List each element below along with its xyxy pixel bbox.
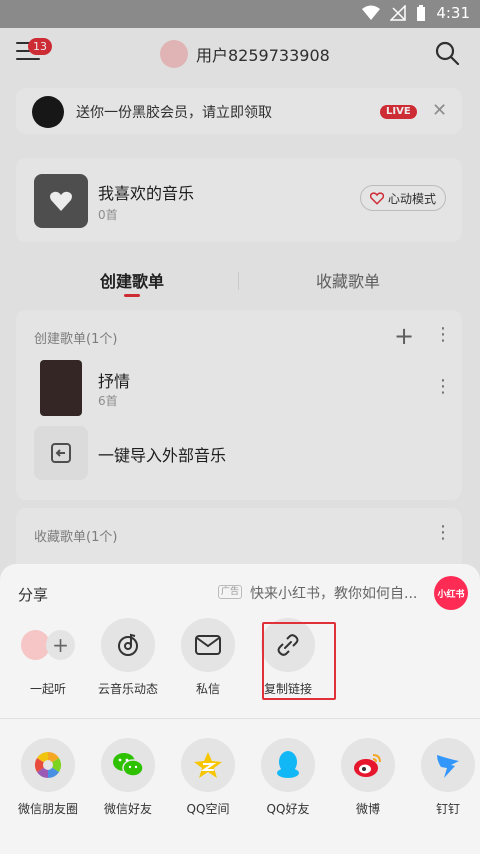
share-qzone[interactable]: QQ空间	[168, 738, 248, 817]
share-label: 云音乐动态	[97, 682, 158, 696]
share-title: 分享	[18, 586, 49, 604]
share-label: QQ好友	[266, 802, 310, 816]
share-music-feed[interactable]: 云音乐动态	[88, 618, 168, 697]
status-bar: 4:31	[0, 0, 480, 28]
xiaohongshu-logo[interactable]: 小红书	[434, 576, 468, 610]
qzone-icon	[181, 738, 235, 792]
link-icon	[261, 618, 315, 672]
share-sheet: 分享 广告 快来小红书，教你如何自... 小红书 + 一起听 云音乐动态 私信	[0, 564, 480, 854]
share-wechat-moments[interactable]: 微信朋友圈	[8, 738, 88, 817]
signal-off-icon	[390, 5, 407, 21]
share-label: 复制链接	[263, 682, 312, 696]
music-feed-icon	[101, 618, 155, 672]
share-message[interactable]: 私信	[168, 618, 248, 697]
share-weibo[interactable]: 微博	[328, 738, 408, 817]
share-row-primary: + 一起听 云音乐动态 私信 复制链接	[0, 618, 480, 718]
share-dingtalk[interactable]: 钉钉	[408, 738, 480, 817]
share-label: 微信好友	[103, 802, 152, 816]
ad-text[interactable]: 快来小红书，教你如何自...	[250, 583, 424, 603]
share-label: 私信	[195, 682, 220, 696]
battery-icon	[417, 5, 426, 21]
status-time: 4:31	[436, 4, 470, 22]
ad-tag: 广告	[218, 585, 243, 599]
share-label: 钉钉	[435, 802, 460, 816]
wechat-icon	[101, 738, 155, 792]
status-icons: 4:31	[362, 4, 470, 22]
dingtalk-icon	[421, 738, 475, 792]
share-copy-link[interactable]: 复制链接	[248, 618, 328, 697]
share-listen-together[interactable]: + 一起听	[8, 618, 88, 697]
share-label: 微博	[355, 802, 380, 816]
share-label: QQ空间	[186, 802, 230, 816]
wechat-moments-icon	[21, 738, 75, 792]
listen-together-icon: +	[21, 618, 75, 672]
divider	[0, 718, 480, 719]
share-label: 一起听	[29, 682, 66, 696]
share-qq-friend[interactable]: QQ好友	[248, 738, 328, 817]
weibo-icon	[341, 738, 395, 792]
qq-icon	[261, 738, 315, 792]
share-label: 微信朋友圈	[17, 802, 78, 816]
mail-icon	[181, 618, 235, 672]
share-wechat-friend[interactable]: 微信好友	[88, 738, 168, 817]
wifi-icon	[362, 5, 381, 20]
share-row-social: 微信朋友圈 微信好友 QQ空间 QQ好友 微博 钉钉	[0, 738, 480, 838]
